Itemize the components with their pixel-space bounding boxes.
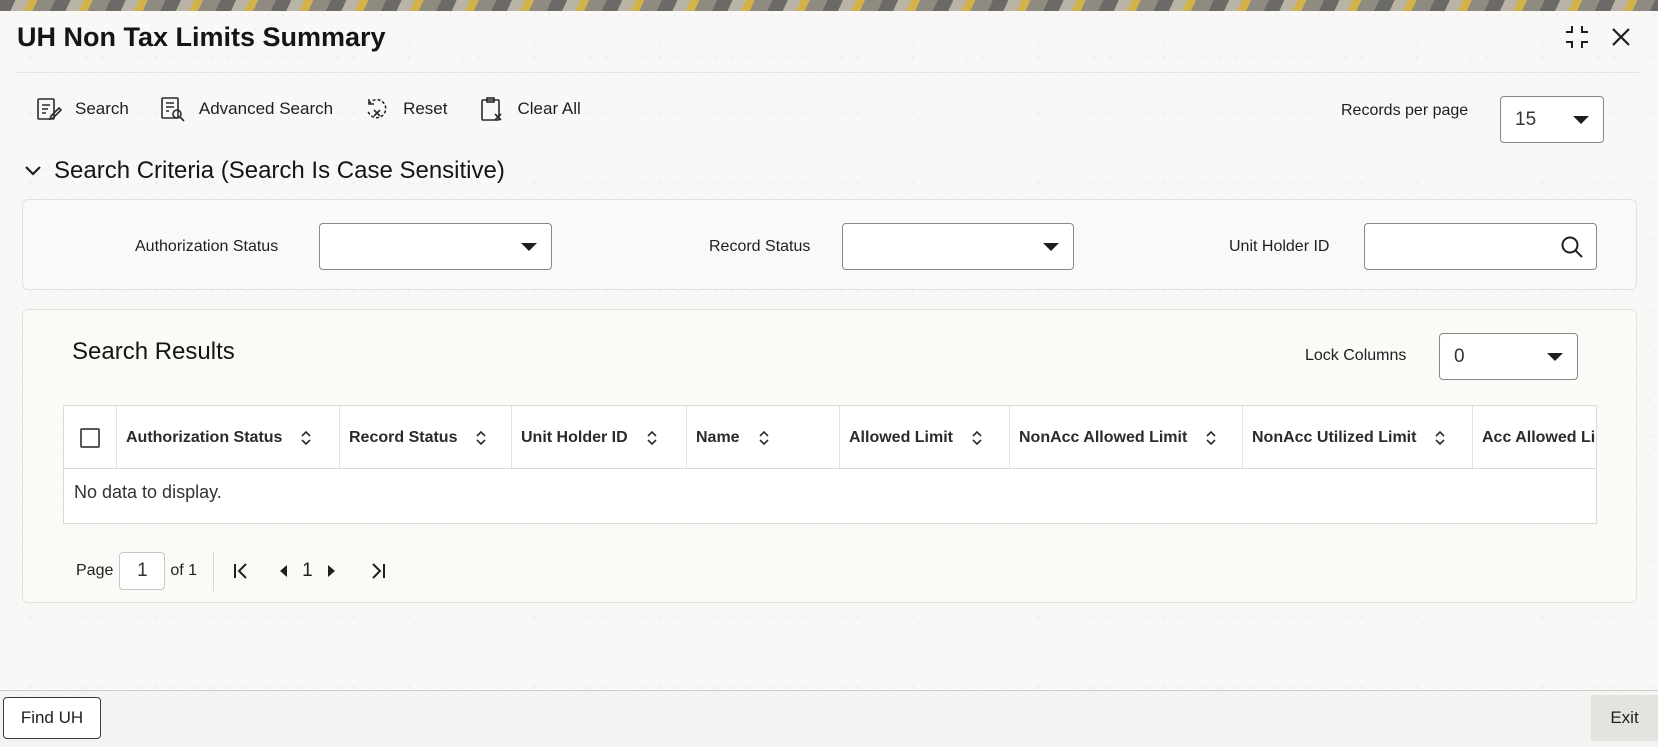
exit-button[interactable]: Exit xyxy=(1591,695,1658,741)
column-authorization-status[interactable]: Authorization Status xyxy=(117,406,340,469)
sort-icon xyxy=(646,430,658,446)
lock-columns-select[interactable]: 0 xyxy=(1439,333,1578,380)
records-per-page-label: Records per page xyxy=(1341,102,1469,119)
sort-icon xyxy=(475,430,487,446)
table-header: Authorization Status Record Status Unit … xyxy=(64,406,1597,469)
chevron-down-icon xyxy=(1043,242,1059,251)
clipboard-clear-icon xyxy=(478,95,506,123)
reset-icon xyxy=(363,95,391,123)
advanced-search-button[interactable]: Advanced Search xyxy=(159,95,333,123)
column-label: Allowed Limit xyxy=(849,428,953,446)
column-acc-allowed-limit[interactable]: Acc Allowed Lin xyxy=(1473,406,1597,469)
page-title: UH Non Tax Limits Summary xyxy=(17,22,386,52)
search-criteria-title: Search Criteria (Search Is Case Sensitiv… xyxy=(54,157,505,184)
unit-holder-id-input[interactable] xyxy=(1365,224,1545,269)
pager-divider xyxy=(213,551,215,591)
column-label: Unit Holder ID xyxy=(521,428,628,446)
page-number[interactable]: 1 xyxy=(302,560,313,582)
chevron-down-icon xyxy=(521,242,537,251)
page-label: Page xyxy=(76,562,114,579)
last-page-button[interactable] xyxy=(363,556,393,586)
lock-columns-value: 0 xyxy=(1454,345,1465,367)
close-icon xyxy=(1612,28,1630,46)
search-label: Search xyxy=(75,99,129,118)
next-page-icon xyxy=(327,565,335,577)
authorization-status-label: Authorization Status xyxy=(135,238,279,255)
select-all-checkbox[interactable] xyxy=(80,427,100,448)
column-record-status[interactable]: Record Status xyxy=(340,406,512,469)
unit-holder-id-field[interactable] xyxy=(1364,223,1597,270)
column-nonacc-allowed-limit[interactable]: NonAcc Allowed Limit xyxy=(1010,406,1243,469)
search-criteria-toggle[interactable]: Search Criteria (Search Is Case Sensitiv… xyxy=(22,157,505,185)
pagination: Page 1 of 1 1 xyxy=(76,551,393,591)
collapse-button[interactable] xyxy=(1560,20,1594,54)
select-all-cell xyxy=(64,406,117,469)
advanced-search-label: Advanced Search xyxy=(198,99,334,118)
chevron-down-icon xyxy=(22,160,44,182)
last-page-icon xyxy=(371,563,385,579)
sort-icon xyxy=(300,430,312,446)
close-button[interactable] xyxy=(1604,20,1638,54)
page-number-input[interactable]: 1 xyxy=(119,552,166,590)
column-name[interactable]: Name xyxy=(687,406,840,469)
reset-button[interactable]: Reset xyxy=(363,95,448,123)
record-status-select[interactable] xyxy=(842,223,1074,270)
sort-icon xyxy=(971,430,983,446)
search-results-title: Search Results xyxy=(72,338,235,365)
sort-icon xyxy=(1434,430,1446,446)
lock-columns-label: Lock Columns xyxy=(1305,347,1407,364)
first-page-icon xyxy=(234,563,247,579)
previous-page-button[interactable] xyxy=(268,556,298,586)
chevron-down-icon xyxy=(1547,352,1563,361)
next-page-button[interactable] xyxy=(317,556,347,586)
column-label: Acc Allowed Lin xyxy=(1482,428,1597,446)
search-form-icon xyxy=(35,95,63,123)
page-total-label: of 1 xyxy=(170,562,198,579)
previous-page-icon xyxy=(280,565,288,577)
unit-holder-id-label: Unit Holder ID xyxy=(1229,238,1330,255)
column-label: Name xyxy=(696,428,740,446)
chevron-down-icon xyxy=(1573,115,1589,124)
column-label: NonAcc Allowed Limit xyxy=(1019,428,1188,446)
find-uh-button[interactable]: Find UH xyxy=(3,697,101,739)
advanced-search-icon xyxy=(159,95,187,123)
first-page-button[interactable] xyxy=(226,556,256,586)
sort-icon xyxy=(1205,430,1217,446)
clear-all-label: Clear All xyxy=(517,99,581,118)
column-label: Authorization Status xyxy=(126,428,283,446)
column-nonacc-utilized-limit[interactable]: NonAcc Utilized Limit xyxy=(1243,406,1473,469)
column-label: Record Status xyxy=(349,428,458,446)
column-label: NonAcc Utilized Limit xyxy=(1252,428,1417,446)
column-allowed-limit[interactable]: Allowed Limit xyxy=(840,406,1010,469)
clear-all-button[interactable]: Clear All xyxy=(478,95,581,123)
records-per-page-value: 15 xyxy=(1515,108,1537,130)
results-table: Authorization Status Record Status Unit … xyxy=(63,405,1597,524)
collapse-icon xyxy=(1566,26,1588,48)
records-per-page-select[interactable]: 15 xyxy=(1500,96,1604,143)
title-divider xyxy=(17,72,1641,73)
reset-label: Reset xyxy=(403,99,448,118)
sort-icon xyxy=(758,430,770,446)
top-banner xyxy=(0,0,1658,11)
search-button[interactable]: Search xyxy=(35,95,129,123)
empty-message: No data to display. xyxy=(74,482,222,502)
footer-bar xyxy=(0,691,1658,747)
column-unit-holder-id[interactable]: Unit Holder ID xyxy=(512,406,687,469)
search-icon[interactable] xyxy=(1560,235,1584,259)
toolbar: Search Advanced Search Reset Clear All xyxy=(35,86,611,132)
authorization-status-select[interactable] xyxy=(319,223,552,270)
record-status-label: Record Status xyxy=(709,238,811,255)
